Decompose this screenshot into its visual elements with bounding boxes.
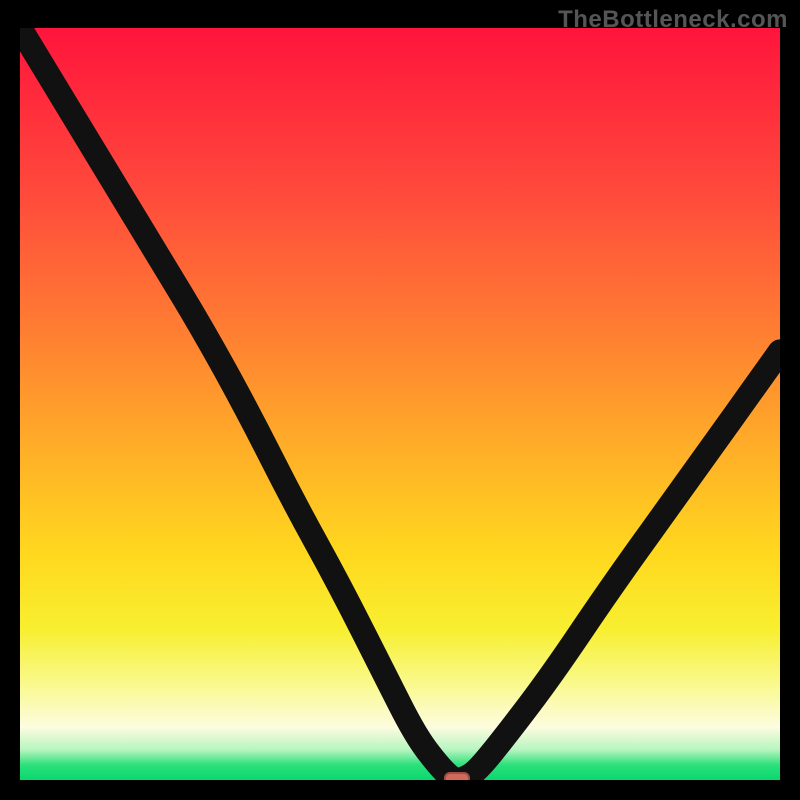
watermark-text: TheBottleneck.com (558, 6, 788, 34)
bottleneck-curve (20, 28, 780, 780)
curve-path (20, 28, 780, 780)
optimal-point-marker (444, 772, 470, 780)
chart-stage: TheBottleneck.com (0, 0, 800, 800)
plot-area (20, 28, 780, 780)
